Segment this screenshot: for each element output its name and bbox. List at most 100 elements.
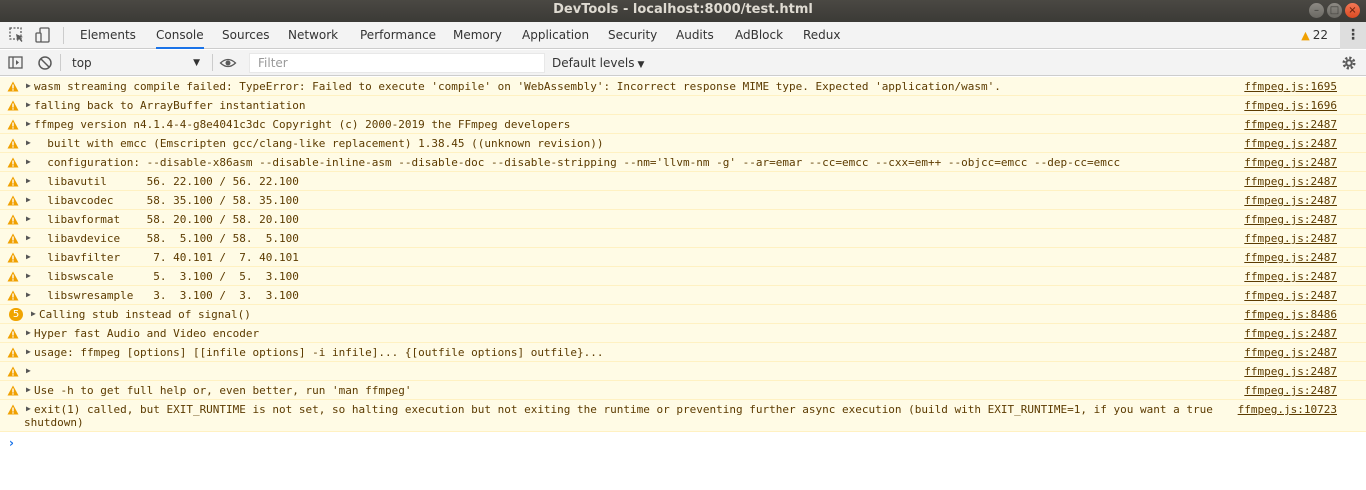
source-link[interactable]: ffmpeg.js:2487 (1244, 270, 1337, 283)
message-text: libavutil 56. 22.100 / 56. 22.100 (34, 175, 299, 188)
source-link[interactable]: ffmpeg.js:2487 (1244, 251, 1337, 264)
console-message-row[interactable]: ▶ ffmpeg.js:2487 (0, 362, 1366, 381)
source-link[interactable]: ffmpeg.js:2487 (1244, 232, 1337, 245)
source-link[interactable]: ffmpeg.js:10723 (1238, 403, 1337, 416)
console-message-row[interactable]: ▶ ffmpeg version n4.1.4-4-g8e4041c3dc Cop… (0, 115, 1366, 134)
warning-icon (7, 81, 19, 92)
source-link[interactable]: ffmpeg.js:2487 (1244, 156, 1337, 169)
message-text: libswresample 3. 3.100 / 3. 3.100 (34, 289, 299, 302)
console-message-row[interactable]: ▶ Use -h to get full help or, even better… (0, 381, 1366, 400)
warning-icon (7, 157, 19, 168)
expand-arrow-icon[interactable]: ▶ (26, 214, 31, 223)
repeat-count-badge: 5 (9, 308, 23, 321)
expand-arrow-icon[interactable]: ▶ (26, 119, 31, 128)
tab-sources[interactable]: Sources (222, 22, 269, 49)
tab-audits[interactable]: Audits (676, 22, 714, 49)
expand-arrow-icon[interactable]: ▶ (26, 271, 31, 280)
message-text: usage: ffmpeg [options] [[infile options… (34, 346, 604, 359)
source-link[interactable]: ffmpeg.js:2487 (1244, 289, 1337, 302)
console-message-row[interactable]: ▶ exit(1) called, but EXIT_RUNTIME is not… (0, 400, 1366, 432)
source-link[interactable]: ffmpeg.js:2487 (1244, 327, 1337, 340)
expand-arrow-icon[interactable]: ▶ (26, 385, 31, 394)
tab-elements[interactable]: Elements (80, 22, 136, 49)
source-link[interactable]: ffmpeg.js:2487 (1244, 194, 1337, 207)
expand-arrow-icon[interactable]: ▶ (26, 157, 31, 166)
source-link[interactable]: ffmpeg.js:2487 (1244, 118, 1337, 131)
tab-application[interactable]: Application (522, 22, 589, 49)
live-expression-eye-icon[interactable] (219, 54, 237, 72)
expand-arrow-icon[interactable]: ▶ (26, 347, 31, 356)
message-text: libavformat 58. 20.100 / 58. 20.100 (34, 213, 299, 226)
message-text: built with emcc (Emscripten gcc/clang-li… (34, 137, 604, 150)
more-options-icon[interactable]: ⋮ (1340, 22, 1366, 49)
expand-arrow-icon[interactable]: ▶ (31, 309, 36, 318)
log-levels-label: Default levels (552, 56, 635, 70)
expand-arrow-icon[interactable]: ▶ (26, 100, 31, 109)
console-messages: ▶ wasm streaming compile failed: TypeErro… (0, 77, 1366, 432)
message-text: configuration: --disable-x86asm --disabl… (34, 156, 1121, 169)
expand-arrow-icon[interactable]: ▶ (26, 195, 31, 204)
console-message-row[interactable]: ▶ libavcodec 58. 35.100 / 58. 35.100 ffmp… (0, 191, 1366, 210)
expand-arrow-icon[interactable]: ▶ (26, 366, 31, 375)
console-message-row[interactable]: 5 ▶ Calling stub instead of signal() ffmpeg… (0, 305, 1366, 324)
sidebar-toggle-icon[interactable] (7, 54, 25, 72)
inspect-element-icon[interactable] (8, 26, 26, 44)
expand-arrow-icon[interactable]: ▶ (26, 328, 31, 337)
expand-arrow-icon[interactable]: ▶ (26, 176, 31, 185)
warning-icon (7, 366, 19, 377)
tab-redux[interactable]: Redux (803, 22, 841, 49)
divider (60, 54, 61, 71)
source-link[interactable]: ffmpeg.js:2487 (1244, 384, 1337, 397)
maximize-icon[interactable]: □ (1327, 3, 1342, 18)
console-message-row[interactable]: ▶ libavfilter 7. 40.101 / 7. 40.101 ffmpe… (0, 248, 1366, 267)
console-settings-gear-icon[interactable] (1340, 54, 1358, 72)
tab-performance[interactable]: Performance (360, 22, 436, 49)
console-message-row[interactable]: ▶ falling back to ArrayBuffer instantiati… (0, 96, 1366, 115)
context-selector[interactable]: top ▼ (64, 53, 204, 73)
source-link[interactable]: ffmpeg.js:2487 (1244, 365, 1337, 378)
expand-arrow-icon[interactable]: ▶ (26, 252, 31, 261)
device-toolbar-icon[interactable] (34, 26, 52, 44)
message-text: wasm streaming compile failed: TypeError… (34, 80, 1001, 93)
console-message-row[interactable]: ▶ Hyper fast Audio and Video encoder ffmpe… (0, 324, 1366, 343)
source-link[interactable]: ffmpeg.js:2487 (1244, 175, 1337, 188)
warning-icon (7, 233, 19, 244)
warning-icon (7, 404, 19, 415)
expand-arrow-icon[interactable]: ▶ (26, 290, 31, 299)
source-link[interactable]: ffmpeg.js:1695 (1244, 80, 1337, 93)
console-message-row[interactable]: ▶ libswresample 3. 3.100 / 3. 3.100 ffmpe… (0, 286, 1366, 305)
tab-network[interactable]: Network (288, 22, 338, 49)
close-icon[interactable]: × (1345, 3, 1360, 18)
message-text: Use -h to get full help or, even better,… (34, 384, 412, 397)
source-link[interactable]: ffmpeg.js:2487 (1244, 213, 1337, 226)
log-levels-dropdown[interactable]: Default levels ▼ (552, 53, 644, 73)
source-link[interactable]: ffmpeg.js:8486 (1244, 308, 1337, 321)
divider (212, 54, 213, 71)
expand-arrow-icon[interactable]: ▶ (26, 138, 31, 147)
console-message-row[interactable]: ▶ usage: ffmpeg [options] [[infile option… (0, 343, 1366, 362)
window-title: DevTools - localhost:8000/test.html (553, 2, 813, 17)
console-message-row[interactable]: ▶ libavdevice 58. 5.100 / 58. 5.100 ffmpe… (0, 229, 1366, 248)
source-link[interactable]: ffmpeg.js:2487 (1244, 137, 1337, 150)
console-message-row[interactable]: ▶ libavutil 56. 22.100 / 56. 22.100 ffmpe… (0, 172, 1366, 191)
warning-icon (7, 271, 19, 282)
tab-console[interactable]: Console (156, 22, 204, 49)
expand-arrow-icon[interactable]: ▶ (26, 233, 31, 242)
console-message-row[interactable]: ▶ wasm streaming compile failed: TypeErro… (0, 77, 1366, 96)
console-message-row[interactable]: ▶ configuration: --disable-x86asm --disa… (0, 153, 1366, 172)
warning-icon (7, 119, 19, 130)
expand-arrow-icon[interactable]: ▶ (26, 81, 31, 90)
source-link[interactable]: ffmpeg.js:2487 (1244, 346, 1337, 359)
console-message-row[interactable]: ▶ libswscale 5. 3.100 / 5. 3.100 ffmpeg.j… (0, 267, 1366, 286)
console-message-row[interactable]: ▶ built with emcc (Emscripten gcc/clang-… (0, 134, 1366, 153)
console-prompt-icon[interactable]: › (9, 436, 14, 450)
console-message-row[interactable]: ▶ libavformat 58. 20.100 / 58. 20.100 ffm… (0, 210, 1366, 229)
source-link[interactable]: ffmpeg.js:1696 (1244, 99, 1337, 112)
warnings-counter[interactable]: ▲ 22 (1301, 22, 1328, 49)
tab-adblock[interactable]: AdBlock (735, 22, 783, 49)
clear-console-icon[interactable] (36, 54, 54, 72)
minimize-icon[interactable]: – (1309, 3, 1324, 18)
tab-memory[interactable]: Memory (453, 22, 502, 49)
filter-input[interactable]: Filter (249, 53, 545, 73)
tab-security[interactable]: Security (608, 22, 657, 49)
